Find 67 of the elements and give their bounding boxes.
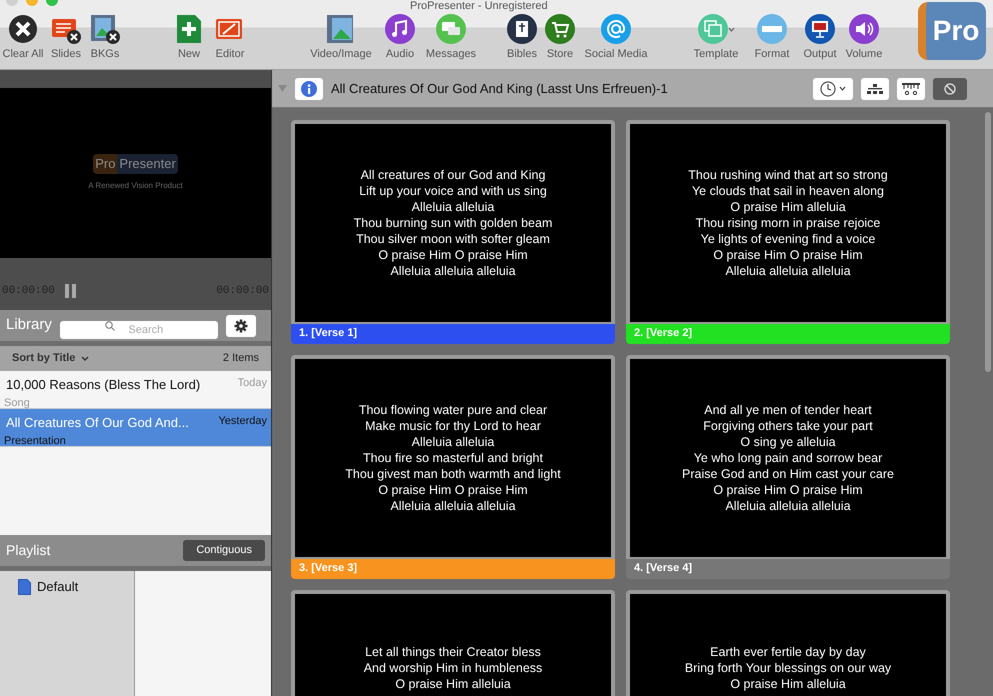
chat-bubbles-icon: [436, 14, 466, 44]
slide-label: 4. [Verse 4]: [633, 560, 694, 576]
toolbar-button[interactable]: Video/Image: [302, 14, 380, 60]
format-icon: [757, 14, 787, 44]
hierarchy-icon: [867, 84, 883, 94]
info-button[interactable]: [295, 78, 323, 100]
playlist-title: Playlist: [6, 541, 50, 560]
slide-text: And all ye men of tender heart Forgiving others take your part O sing ye alleluia Ye who long pain and sorrow bear Praise God and on Him cast your care O praise Him O praise Him Alleluia alleluia alleluia: [630, 359, 946, 557]
toolbar-button[interactable]: Store: [542, 14, 578, 60]
window-title: ProPresenter - Unregistered: [410, 0, 548, 12]
slide-text: Thou rushing wind that art so strong Ye clouds that sail in heaven along O praise Him alleluia Thou rising morn in praise rejoice Ye lights of evening find a voice O praise Him O praise Him Alleluia alleluia alleluia: [630, 124, 946, 322]
prohibited-icon: [944, 82, 956, 94]
disable-button[interactable]: [933, 78, 967, 100]
toolbar-button[interactable]: Messages: [420, 14, 482, 60]
chevron-down-icon: [81, 356, 90, 361]
toolbar-button[interactable]: Audio: [380, 14, 420, 60]
contiguous-button[interactable]: Contiguous: [183, 540, 265, 561]
speaker-icon: [849, 14, 879, 44]
search-icon: [104, 320, 115, 330]
at-sign-icon: [601, 14, 631, 44]
ruler-button[interactable]: [897, 78, 925, 100]
preview-logo: Pro Presenter: [93, 154, 178, 174]
slide-text: Thou flowing water pure and clear Make music for thy Lord to hear Alleluia alleluia Thou fire so masterful and bright Thou givest man both warmth and light O praise Him O praise Him Alleluia alleluia alleluia: [295, 359, 611, 557]
settings-icon: [234, 318, 248, 332]
bible-icon: [507, 14, 537, 44]
cart-icon: [545, 14, 575, 44]
film-image-icon: [326, 14, 356, 44]
monitor-icon: [805, 14, 835, 44]
toolbar-button[interactable]: Social Media: [578, 14, 654, 60]
timer-button[interactable]: [813, 78, 853, 100]
info-icon: [301, 80, 317, 96]
library-title: Library: [6, 315, 52, 336]
toolbar-button[interactable]: Bibles: [502, 14, 542, 60]
toolbar-button[interactable]: Format: [746, 14, 798, 60]
search-field[interactable]: Search: [60, 320, 218, 338]
chevron-down-icon: [839, 86, 846, 91]
toolbar-button[interactable]: Output: [798, 14, 842, 60]
library-item[interactable]: All Creatures Of Our God And... Yesterday Presentation: [0, 409, 271, 447]
sort-dropdown[interactable]: Sort by Title: [12, 350, 90, 367]
ruler-icon: [902, 82, 920, 94]
item-count: 2 Items: [222, 351, 259, 366]
pause-icon[interactable]: [64, 284, 77, 298]
presentation-title: All Creatures Of Our God And King (Lasst Uns Erfreuen)-1: [331, 80, 669, 98]
document-icon: [18, 578, 31, 595]
app-logo: Pro: [918, 2, 986, 60]
toolbar-button[interactable]: New: [168, 14, 210, 60]
toolbar-button[interactable]: Volume: [842, 14, 886, 60]
slide-text: All creatures of our God and King Lift up your voice and with us sing Alleluia alleluia Thou burning sun with golden beam Thou silver moon with softer gleam O praise Him O praise Him Alleluia alleluia alleluia: [295, 124, 611, 322]
toolbar-button[interactable]: Clear All: [0, 14, 46, 60]
playlist-item[interactable]: Default: [0, 577, 134, 596]
toolbar-button[interactable]: Editor: [210, 14, 250, 60]
template-icon: [698, 14, 728, 44]
hierarchy-button[interactable]: [861, 78, 889, 100]
slide-label: 2. [Verse 2]: [633, 326, 694, 341]
film-image-icon: [90, 14, 120, 44]
slide-label: 3. [Verse 3]: [298, 560, 358, 576]
toolbar-button[interactable]: Slides: [46, 14, 86, 60]
close-icon: [8, 14, 38, 44]
new-document-icon: [174, 14, 204, 44]
music-note-icon: [385, 14, 415, 44]
settings-button[interactable]: [226, 314, 256, 336]
slide-label: 1. [Verse 1]: [298, 326, 358, 341]
toolbar-button[interactable]: Template: [686, 14, 746, 60]
preview-tagline: A Renewed Vision Product: [88, 180, 183, 192]
toolbar-button[interactable]: BKGs: [86, 14, 124, 60]
chevron-down-icon: [728, 26, 734, 32]
clock-icon: [820, 80, 836, 96]
